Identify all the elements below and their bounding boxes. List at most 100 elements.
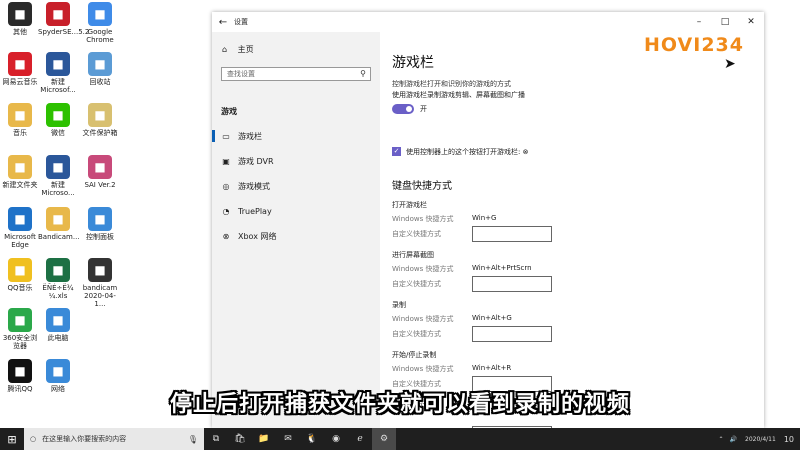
desktop-icon[interactable]: ■ Google Chrome [80, 2, 120, 44]
desktop-icon-label: 其他 [13, 28, 27, 36]
maximize-button[interactable]: □ [712, 17, 738, 27]
settings-content: 游戏栏 控制游戏栏打开和识别你的游戏的方式 使用游戏栏录制游戏剪辑、屏幕截图和广… [392, 32, 762, 442]
qqmusic-icon: ■ [8, 258, 32, 282]
desktop-icon[interactable]: ■ 回收站 [80, 52, 120, 86]
mail-icon[interactable]: ✉ [276, 428, 300, 450]
gamebar-toggle[interactable] [392, 104, 414, 114]
excel-icon: ■ [46, 258, 70, 282]
shortcut-group-title: 开始/停止录制 [392, 351, 437, 359]
sidebar-item-gamebar[interactable]: ▭ 游戏栏 [212, 127, 380, 145]
sidebar-item-label: 游戏模式 [238, 181, 270, 191]
file-explorer-icon[interactable]: 📁 [252, 428, 276, 450]
clock[interactable]: 2020/4/11 [745, 436, 776, 443]
windows-shortcut-value: Win+Alt+G [472, 314, 512, 322]
windows-shortcut-value: Win+G [472, 214, 497, 222]
desktop-icon[interactable]: ■ 音乐 [0, 103, 40, 137]
desktop-icon-label: 音乐 [13, 129, 27, 137]
home-nav[interactable]: ⌂ 主页 [222, 44, 254, 55]
sidebar-item-label: TruePlay [238, 206, 272, 216]
tray-up-icon[interactable]: ⌃ [719, 436, 724, 443]
desktop-icon-label: Bandicam... [38, 233, 80, 241]
video-icon: ■ [88, 258, 112, 282]
windows-start-icon[interactable]: ⊞ [0, 428, 24, 450]
shortcut-group-title: 录制 [392, 301, 406, 309]
taskbar-search-placeholder: 在这里输入你要搜索的内容 [42, 435, 127, 443]
desktop-icon[interactable]: ■ 360安全浏览器 [0, 308, 40, 350]
notification-count[interactable]: 10 [784, 435, 794, 444]
folder-icon: ■ [46, 207, 70, 231]
windows-shortcut-label: Windows 快捷方式 [392, 365, 454, 373]
desktop-icon-label: 回收站 [89, 78, 111, 86]
folder-icon: ■ [8, 103, 32, 127]
active-indicator [212, 130, 215, 142]
arrow-cursor-icon: ➤ [724, 56, 736, 72]
desktop-icon[interactable]: ■ QQ音乐 [0, 258, 40, 292]
desktop-icon[interactable]: ■ 新建文件夹 [0, 155, 40, 189]
shortcuts-heading: 键盘快捷方式 [392, 181, 452, 192]
desktop-icon[interactable]: ■ SpyderSE...5.2 [38, 2, 90, 36]
sidebar-item-xbox-network[interactable]: ⊗ Xbox 网络 [212, 227, 380, 245]
desktop-icon-label: QQ音乐 [7, 284, 33, 292]
desktop-icon-label: SpyderSE...5.2 [38, 28, 90, 36]
sidebar-item-dvr[interactable]: ▣ 游戏 DVR [212, 152, 380, 170]
volume-icon[interactable]: 🔊 [730, 436, 737, 443]
desktop-icon[interactable]: ■ 网易云音乐 [0, 52, 40, 86]
desktop-icon[interactable]: ■ bandicam 2020-04-1... [80, 258, 120, 308]
toggle-state-label: 开 [420, 105, 427, 113]
controller-checkbox-label: 使用控制器上的这个按钮打开游戏栏: ⊗ [406, 147, 528, 157]
desktop-icon-label: bandicam 2020-04-1... [82, 284, 118, 308]
browser360-icon[interactable]: ◉ [324, 428, 348, 450]
shortcut-group-title: 打开游戏栏 [392, 201, 427, 209]
desktop-icon-label: Google Chrome [86, 28, 114, 44]
xbox-button-icon: ⊗ [522, 148, 529, 156]
trueplay-icon: ◔ [222, 206, 230, 216]
desktop-icon[interactable]: ■ 微信 [38, 103, 78, 137]
windows-shortcut-value: Win+Alt+PrtScrn [472, 264, 532, 272]
settings-search-input[interactable]: 查找设置 ⚲ [221, 67, 371, 81]
sidebar-item-gamemode[interactable]: ◎ 游戏模式 [212, 177, 380, 195]
word-icon: ■ [46, 155, 70, 179]
windows-shortcut-label: Windows 快捷方式 [392, 315, 454, 323]
video-caption: 停止后打开捕获文件夹就可以看到录制的视频 [169, 392, 630, 417]
qq-icon[interactable]: 🐧 [300, 428, 324, 450]
custom-shortcut-input[interactable] [472, 326, 552, 342]
home-label: 主页 [237, 45, 254, 54]
controller-checkbox[interactable]: ✓ [392, 147, 401, 156]
desktop-icon[interactable]: ■ 新建 Microso... [38, 155, 78, 197]
sidebar-item-trueplay[interactable]: ◔ TruePlay [212, 202, 380, 220]
custom-shortcut-input[interactable] [472, 226, 552, 242]
netease-icon: ■ [8, 52, 32, 76]
desktop-icon[interactable]: ■ Microsoft Edge [0, 207, 40, 249]
settings-gear-icon[interactable]: ⚙ [372, 428, 396, 450]
custom-shortcut-input[interactable] [472, 276, 552, 292]
desktop-icon[interactable]: ■ Bandicam... [38, 207, 80, 241]
taskbar-search-input[interactable]: ○ 在这里输入你要搜索的内容 🎙 [24, 428, 204, 450]
xbox-network-icon: ⊗ [222, 231, 230, 241]
sidebar-item-label: Xbox 网络 [238, 231, 277, 241]
desktop-icon[interactable]: ■ 其他 [0, 2, 40, 36]
record-description: 使用游戏栏录制游戏剪辑、屏幕截图和广播 [392, 91, 525, 99]
checkbox-label-text: 使用控制器上的这个按钮打开游戏栏: [406, 148, 521, 156]
desktop-icon[interactable]: ■ 控制面板 [80, 207, 120, 241]
microphone-icon[interactable]: 🎙 [188, 435, 198, 444]
title-bar: ← 设置 – □ ✕ [212, 12, 764, 32]
desktop-icon[interactable]: ■ 此电脑 [38, 308, 78, 342]
task-view-icon[interactable]: ⧉ [204, 428, 228, 450]
desktop-icon[interactable]: ■ 新建 Microsof... [38, 52, 78, 94]
shortcut-group-title: 进行屏幕截图 [392, 251, 434, 259]
edge-icon[interactable]: ℯ [348, 428, 372, 450]
folder-icon: ■ [8, 155, 32, 179]
desktop-icon[interactable]: ■ SAI Ver.2 [80, 155, 120, 189]
store-icon[interactable]: 🛍 [228, 428, 252, 450]
desktop-icon[interactable]: ■ 文件保护箱 [80, 103, 120, 137]
system-tray: ⌃ 🔊 2020/4/11 10 [719, 435, 800, 444]
windows-shortcut-label: Windows 快捷方式 [392, 215, 454, 223]
close-button[interactable]: ✕ [738, 17, 764, 27]
minimize-button[interactable]: – [686, 17, 712, 27]
sai-icon: ■ [88, 155, 112, 179]
sidebar-item-label: 游戏 DVR [238, 156, 274, 166]
desktop-icon[interactable]: ■ ËÑÉ÷Ë¾ ¼.xls [38, 258, 78, 300]
desktop-icon-label: 微信 [51, 129, 65, 137]
computer-icon: ■ [46, 308, 70, 332]
back-arrow-icon[interactable]: ← [212, 17, 234, 28]
